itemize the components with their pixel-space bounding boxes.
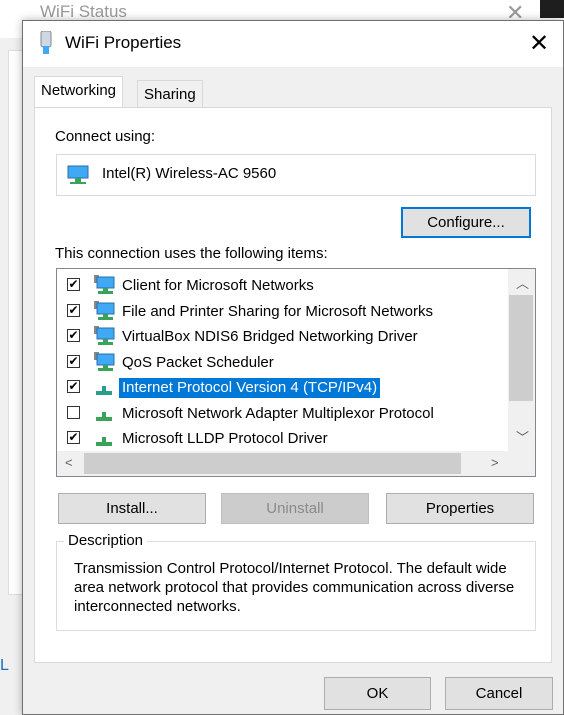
scroll-up-icon[interactable]: ︿ <box>516 273 529 292</box>
background-link[interactable]: L <box>0 657 9 675</box>
network-service-icon <box>94 300 115 320</box>
desktop-background <box>540 0 564 18</box>
horizontal-scroll-thumb[interactable] <box>84 453 461 474</box>
list-item-label: Internet Protocol Version 4 (TCP/IPv4) <box>119 378 381 398</box>
list-item-label: Client for Microsoft Networks <box>122 277 314 294</box>
list-item[interactable]: ✔ Microsoft LLDP Protocol Driver <box>57 426 507 451</box>
list-item[interactable]: ✔ Internet Protocol Version 4 (TCP/IPv4) <box>57 375 507 400</box>
checkbox[interactable]: ✔ <box>67 303 80 317</box>
list-item[interactable]: ✔ VirtualBox NDIS6 Bridged Networking Dri… <box>57 324 507 349</box>
scroll-down-icon[interactable]: ﹀ <box>516 427 529 446</box>
vertical-scrollbar[interactable]: ︿ ﹀ <box>508 269 535 451</box>
connection-items-list: ✔ Client for Microsoft Networks ✔ File and … <box>56 268 536 477</box>
protocol-icon <box>96 437 112 446</box>
close-icon[interactable]: ✕ <box>529 29 549 58</box>
adapter-field: Intel(R) Wireless-AC 9560 <box>56 154 536 196</box>
network-service-icon <box>94 326 115 345</box>
tab-networking[interactable]: Networking <box>34 76 124 107</box>
networking-panel: Connect using: Intel(R) Wireless-AC 9560… <box>34 107 552 663</box>
scroll-right-icon[interactable]: > <box>491 455 499 470</box>
network-adapter-icon <box>40 31 52 54</box>
list-item[interactable]: ✔ Client for Microsoft Networks <box>57 273 507 298</box>
protocol-icon <box>96 411 112 421</box>
checkbox[interactable]: ✔ <box>67 380 80 393</box>
wifi-properties-dialog: WiFi Properties ✕ Networking Sharing Con… <box>22 20 564 715</box>
checkbox[interactable]: ✔ <box>67 354 80 368</box>
dialog-title: WiFi Properties <box>65 33 182 52</box>
install-button[interactable]: Install... <box>58 493 206 524</box>
ok-button[interactable]: OK <box>324 677 431 710</box>
network-service-icon <box>94 351 115 371</box>
list-item-label: Microsoft LLDP Protocol Driver <box>122 430 328 447</box>
tab-sharing[interactable]: Sharing <box>137 80 203 108</box>
list-item-label: File and Printer Sharing for Microsoft N… <box>122 302 433 320</box>
title-bar: WiFi Properties ✕ <box>23 21 563 67</box>
connect-using-label: Connect using: <box>55 128 156 145</box>
checkbox[interactable]: ✔ <box>67 431 80 444</box>
network-client-icon <box>94 275 115 294</box>
configure-button[interactable]: Configure... <box>401 207 531 238</box>
network-adapter-icon <box>67 165 89 184</box>
scroll-left-icon[interactable]: < <box>65 455 73 470</box>
list-item-label: QoS Packet Scheduler <box>122 353 274 371</box>
properties-button[interactable]: Properties <box>386 493 534 524</box>
list-item[interactable]: ✔ File and Printer Sharing for Microsoft … <box>57 299 507 324</box>
checkbox[interactable]: ✔ <box>67 329 80 342</box>
list-item-label: VirtualBox NDIS6 Bridged Networking Driv… <box>122 328 418 345</box>
adapter-name: Intel(R) Wireless-AC 9560 <box>102 165 277 182</box>
cancel-button[interactable]: Cancel <box>445 677 553 710</box>
list-item-label: Microsoft Network Adapter Multiplexor Pr… <box>122 404 434 422</box>
uninstall-button[interactable]: Uninstall <box>221 493 369 524</box>
background-close-icon[interactable]: ✕ <box>506 0 524 18</box>
list-item[interactable]: Microsoft Network Adapter Multiplexor Pr… <box>57 401 507 426</box>
background-window-title: WiFi Status <box>40 2 127 18</box>
vertical-scroll-thumb[interactable] <box>509 295 533 401</box>
description-label: Description <box>64 532 148 549</box>
items-label: This connection uses the following items… <box>55 245 328 262</box>
checkbox[interactable]: ✔ <box>67 278 80 291</box>
list-item[interactable]: ✔ QoS Packet Scheduler <box>57 350 507 375</box>
protocol-icon <box>96 386 112 395</box>
checkbox[interactable] <box>67 405 80 419</box>
description-text: Transmission Control Protocol/Internet P… <box>74 560 515 615</box>
horizontal-scrollbar[interactable]: < > <box>57 451 535 476</box>
